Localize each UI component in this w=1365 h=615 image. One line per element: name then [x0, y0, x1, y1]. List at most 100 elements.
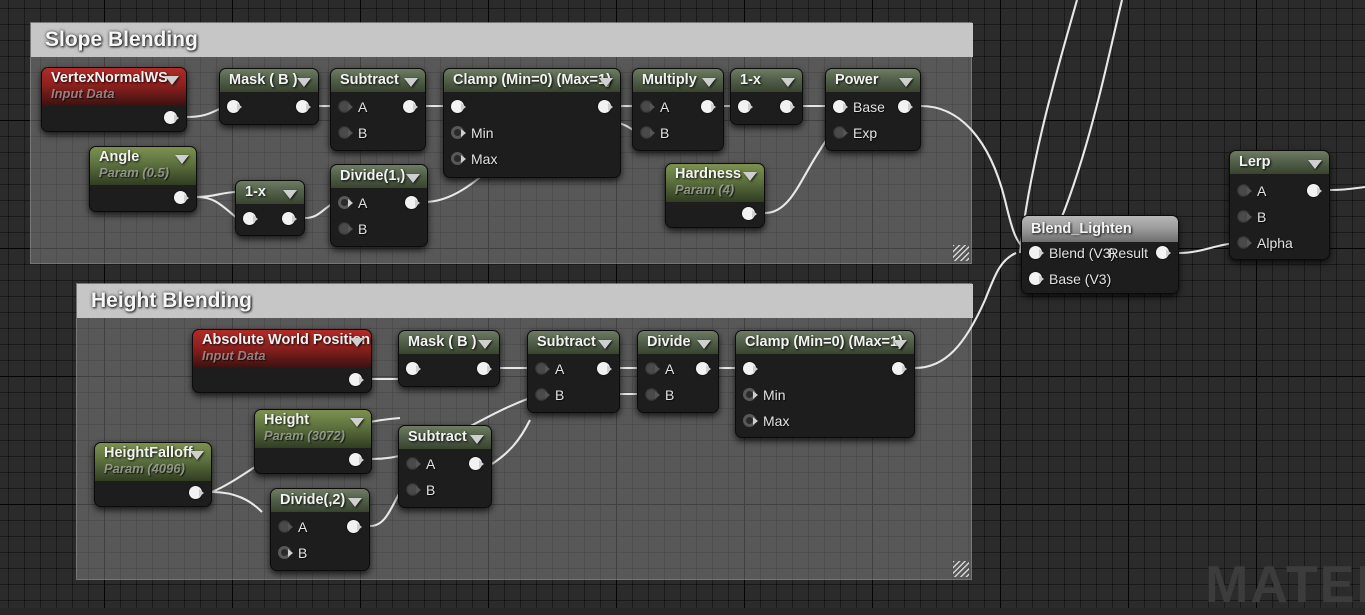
node-title-bar[interactable]: Divide(1,): [331, 165, 427, 188]
node-absolute-world-position[interactable]: Absolute World Position Input Data: [192, 329, 372, 393]
input-pin[interactable]: [640, 100, 655, 114]
input-pin[interactable]: [451, 100, 466, 114]
node-height[interactable]: Height Param (3072): [254, 409, 372, 474]
input-pin[interactable]: [743, 362, 758, 376]
output-pin[interactable]: [349, 453, 364, 467]
node-title-bar[interactable]: Clamp (Min=0) (Max=1): [444, 69, 620, 92]
output-pin[interactable]: [892, 362, 907, 376]
input-pin[interactable]: [1029, 272, 1044, 286]
chevron-down-icon[interactable]: [743, 172, 757, 181]
comment-resize-handle[interactable]: [953, 561, 969, 577]
node-clamp-height[interactable]: Clamp (Min=0) (Max=1) Min Max: [735, 330, 915, 438]
node-clamp-slope[interactable]: Clamp (Min=0) (Max=1) Min Max: [443, 68, 621, 178]
output-pin[interactable]: [403, 100, 418, 114]
output-pin[interactable]: [898, 100, 913, 114]
output-pin[interactable]: [174, 191, 189, 205]
output-pin[interactable]: [742, 207, 757, 221]
chevron-down-icon[interactable]: [598, 339, 612, 349]
node-title-bar[interactable]: Clamp (Min=0) (Max=1): [736, 331, 914, 354]
chevron-down-icon[interactable]: [697, 339, 711, 349]
node-mask-b-slope[interactable]: Mask ( B ): [219, 68, 319, 125]
chevron-down-icon[interactable]: [470, 434, 484, 444]
output-pin[interactable]: [1307, 184, 1322, 198]
chevron-down-icon[interactable]: [899, 77, 913, 87]
output-pin[interactable]: [164, 111, 179, 125]
input-pin[interactable]: [338, 126, 353, 140]
input-pin[interactable]: [278, 520, 293, 534]
input-pin[interactable]: [1237, 184, 1252, 198]
input-pin[interactable]: [451, 126, 466, 140]
chevron-down-icon[interactable]: [165, 76, 179, 85]
node-divide-2[interactable]: Divide(,2) A B: [270, 488, 370, 571]
node-title-bar[interactable]: Blend_Lighten: [1022, 216, 1178, 242]
node-title-bar[interactable]: Mask ( B ): [220, 69, 318, 92]
node-subtract-height-1[interactable]: Subtract A B: [527, 330, 620, 413]
node-title-bar[interactable]: 1-x: [731, 69, 802, 92]
input-pin[interactable]: [738, 100, 753, 114]
node-subtract-height-2[interactable]: Subtract A B: [398, 425, 492, 508]
input-pin[interactable]: [743, 414, 758, 428]
input-pin[interactable]: [535, 388, 550, 402]
node-divide-1[interactable]: Divide(1,) A B: [330, 164, 428, 247]
chevron-down-icon[interactable]: [350, 418, 364, 427]
output-pin[interactable]: [349, 373, 364, 387]
node-title-bar[interactable]: Multiply: [633, 69, 723, 92]
chevron-down-icon[interactable]: [190, 451, 204, 460]
input-pin[interactable]: [535, 362, 550, 376]
node-oneminusx-slope[interactable]: 1-x: [730, 68, 803, 125]
input-pin[interactable]: [1237, 210, 1252, 224]
node-title-bar[interactable]: Height Param (3072): [255, 410, 371, 448]
node-title-bar[interactable]: HeightFalloff Param (4096): [95, 443, 211, 481]
chevron-down-icon[interactable]: [406, 173, 420, 183]
node-subtract-slope[interactable]: Subtract A B: [330, 68, 426, 151]
input-pin[interactable]: [1029, 246, 1044, 260]
node-heightfalloff[interactable]: HeightFalloff Param (4096): [94, 442, 212, 507]
input-pin[interactable]: [645, 388, 660, 402]
input-pin[interactable]: [645, 362, 660, 376]
chevron-down-icon[interactable]: [781, 77, 795, 87]
output-pin[interactable]: [296, 100, 311, 114]
input-pin[interactable]: [406, 457, 421, 471]
input-pin[interactable]: [338, 222, 353, 236]
input-pin[interactable]: [278, 546, 293, 560]
node-mask-b-height[interactable]: Mask ( B ): [398, 330, 500, 387]
node-title-bar[interactable]: 1-x: [236, 181, 304, 204]
chevron-down-icon[interactable]: [404, 77, 418, 87]
input-pin[interactable]: [406, 362, 421, 376]
input-pin[interactable]: [243, 212, 258, 226]
node-lerp[interactable]: Lerp A B Alpha: [1229, 150, 1330, 260]
comment-title[interactable]: Slope Blending: [31, 23, 973, 57]
input-pin[interactable]: [640, 126, 655, 140]
chevron-down-icon[interactable]: [893, 339, 907, 349]
input-pin[interactable]: [338, 100, 353, 114]
chevron-down-icon[interactable]: [1308, 159, 1322, 169]
node-title-bar[interactable]: Power: [826, 69, 920, 92]
output-pin[interactable]: [696, 362, 711, 376]
output-pin[interactable]: [780, 100, 795, 114]
chevron-down-icon[interactable]: [350, 338, 364, 347]
node-title-bar[interactable]: Subtract: [528, 331, 619, 354]
node-blend-lighten[interactable]: Blend_Lighten Blend (V3) Base (V3) Result: [1021, 215, 1179, 294]
node-title-bar[interactable]: Lerp: [1230, 151, 1329, 174]
input-pin[interactable]: [338, 196, 353, 210]
output-pin[interactable]: [405, 196, 420, 210]
input-pin[interactable]: [833, 100, 848, 114]
node-multiply-slope[interactable]: Multiply A B: [632, 68, 724, 151]
node-title-bar[interactable]: Divide(,2): [271, 489, 369, 512]
comment-resize-handle[interactable]: [953, 245, 969, 261]
chevron-down-icon[interactable]: [702, 77, 716, 87]
chevron-down-icon[interactable]: [478, 339, 492, 349]
input-pin[interactable]: [406, 483, 421, 497]
output-pin[interactable]: [469, 457, 484, 471]
node-divide-height[interactable]: Divide A B: [637, 330, 719, 413]
node-title-bar[interactable]: Divide: [638, 331, 718, 354]
node-oneminusx-angle[interactable]: 1-x: [235, 180, 305, 236]
node-title-bar[interactable]: Subtract: [399, 426, 491, 449]
chevron-down-icon[interactable]: [599, 77, 613, 87]
node-title-bar[interactable]: Angle Param (0.5): [90, 147, 196, 185]
output-pin[interactable]: [347, 520, 362, 534]
node-vertexnormalws[interactable]: VertexNormalWS Input Data: [41, 67, 187, 132]
chevron-down-icon[interactable]: [175, 155, 189, 164]
output-pin[interactable]: [597, 362, 612, 376]
input-pin[interactable]: [1237, 236, 1252, 250]
